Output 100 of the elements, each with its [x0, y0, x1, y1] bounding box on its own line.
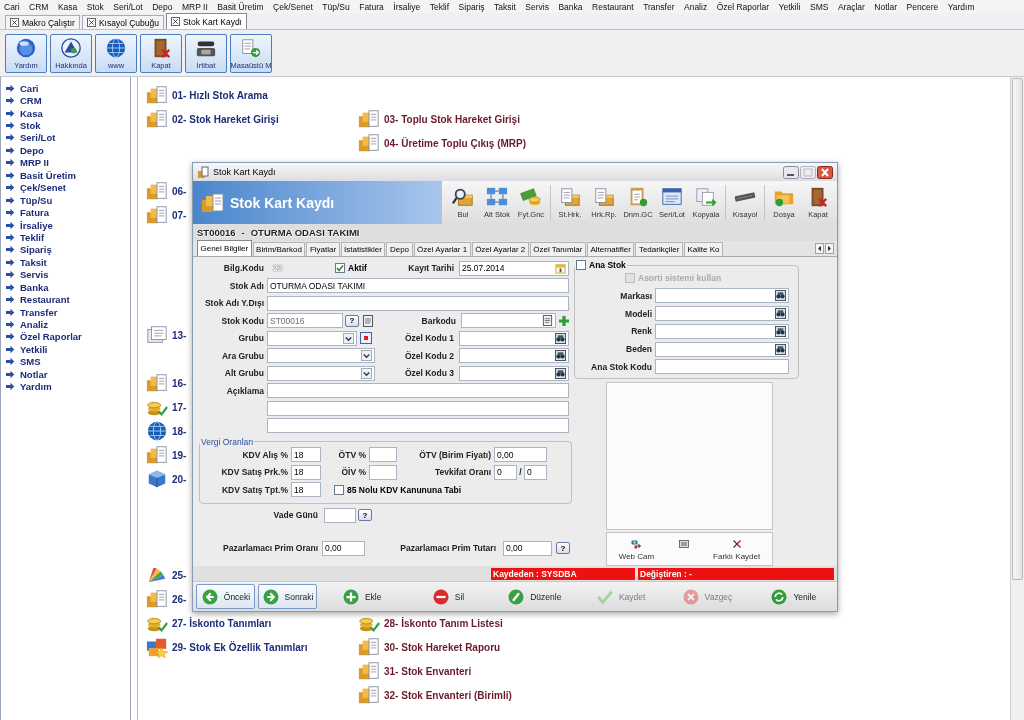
menu-item[interactable]: Araçlar: [837, 1, 865, 12]
scrollbar[interactable]: [1010, 77, 1024, 720]
boxes-icon[interactable]: [146, 204, 168, 226]
menu-item[interactable]: Yardım: [947, 1, 975, 12]
minimize-icon[interactable]: [783, 165, 799, 179]
binoculars-icon[interactable]: [775, 290, 786, 302]
boxes-icon[interactable]: [146, 372, 168, 394]
menu-item[interactable]: İrsaliye: [393, 1, 421, 12]
sidebar-link[interactable]: SMS: [20, 356, 41, 368]
sidebar-link[interactable]: Tüp/Su: [20, 194, 53, 206]
boxes-icon[interactable]: [146, 180, 168, 202]
sidebar-link[interactable]: Cari: [20, 82, 39, 94]
menu-item[interactable]: Banka: [558, 1, 583, 12]
square-icon[interactable]: [360, 332, 372, 344]
menu-item[interactable]: Yetkili: [778, 1, 801, 12]
text-field[interactable]: [324, 507, 356, 523]
action-button[interactable]: Sil: [406, 584, 490, 609]
text-field[interactable]: [267, 365, 375, 381]
shortcut-link[interactable]: 27- İskonto Tanımları: [172, 617, 272, 629]
shortcut-link[interactable]: 01- Hızlı Stok Arama: [172, 89, 268, 101]
sidebar-link[interactable]: Kasa: [20, 107, 43, 119]
menu-item[interactable]: Tüp/Su: [322, 1, 350, 12]
sidebar-link[interactable]: Banka: [20, 281, 49, 293]
binoculars-icon[interactable]: [775, 343, 786, 355]
boxes-icon[interactable]: [358, 132, 380, 154]
menu-item[interactable]: Transfer: [643, 1, 675, 12]
tab[interactable]: Özel Ayarlar 1: [413, 242, 471, 256]
menu-item[interactable]: Pencere: [906, 1, 939, 12]
sidebar-link[interactable]: Özel Raporlar: [20, 331, 82, 343]
text-field[interactable]: [267, 383, 569, 398]
sidebar-link[interactable]: Analiz: [20, 319, 48, 331]
menu-item[interactable]: Basit Üretim: [217, 1, 264, 12]
sidebar-link[interactable]: Sipariş: [20, 244, 52, 256]
menu-item[interactable]: Restaurant: [592, 1, 634, 12]
text-field[interactable]: [655, 288, 789, 304]
menu-item[interactable]: Fatura: [359, 1, 384, 12]
globe-icon[interactable]: [146, 420, 168, 442]
tab[interactable]: Depo: [386, 242, 413, 256]
tab[interactable]: Tedarikçiler: [635, 242, 683, 256]
text-field[interactable]: [267, 295, 569, 311]
shortcut-link[interactable]: 31- Stok Envanteri: [384, 665, 472, 677]
dropdown-arrow-icon[interactable]: [361, 350, 372, 361]
close-icon[interactable]: [817, 165, 833, 179]
boxes-icon[interactable]: [358, 684, 380, 706]
image-button[interactable]: Farklı Kaydet: [713, 537, 761, 561]
menu-item[interactable]: Çek/Senet: [273, 1, 313, 12]
menu-item[interactable]: SMS: [810, 1, 829, 12]
text-field[interactable]: [267, 330, 357, 346]
document-tab[interactable]: Kısayol Çubuğu: [81, 15, 164, 29]
shortcut-link[interactable]: 13-: [172, 329, 187, 341]
checkbox[interactable]: [334, 484, 344, 495]
action-button[interactable]: Yenile: [751, 584, 835, 609]
tab[interactable]: Genel Bilgiler: [197, 240, 252, 256]
tab[interactable]: Birim/Barkod: [252, 242, 306, 256]
binoculars-icon[interactable]: [775, 308, 786, 320]
binoculars-icon[interactable]: [775, 325, 786, 337]
sidebar-link[interactable]: İrsaliye: [20, 219, 53, 231]
close-icon[interactable]: [170, 17, 180, 26]
shortcut-link[interactable]: 19-: [172, 449, 187, 461]
sidebar-link[interactable]: Servis: [20, 269, 49, 281]
close-icon[interactable]: [10, 18, 19, 27]
boxes-icon[interactable]: [358, 108, 380, 130]
sidebar-link[interactable]: Notlar: [20, 368, 48, 380]
boxes-icon[interactable]: [146, 84, 168, 106]
menu-item[interactable]: Notlar: [874, 1, 898, 12]
text-field[interactable]: [459, 348, 569, 363]
tab[interactable]: Özel Tanımlar: [529, 242, 586, 256]
shortcut-link[interactable]: 02- Stok Hareket Girişi: [172, 113, 279, 125]
tab[interactable]: Fiyatlar: [306, 242, 340, 256]
sidebar-link[interactable]: Transfer: [20, 306, 58, 318]
help-button[interactable]: ?: [345, 314, 359, 327]
sidebar-link[interactable]: Seri/Lot: [20, 132, 56, 144]
text-field[interactable]: 0,00: [322, 540, 365, 556]
image-button[interactable]: Web Cam: [618, 537, 655, 561]
sidebar-link[interactable]: Depo: [20, 144, 44, 156]
sidebar-link[interactable]: Teklif: [20, 231, 45, 243]
boxes-icon[interactable]: [358, 636, 380, 658]
menu-item[interactable]: Taksit: [494, 1, 516, 12]
menu-item[interactable]: Teklif: [429, 1, 450, 12]
text-field[interactable]: [267, 400, 569, 416]
sidebar-link[interactable]: Restaurant: [20, 294, 70, 306]
text-field[interactable]: [655, 341, 789, 357]
text-field[interactable]: [267, 418, 569, 433]
menu-item[interactable]: Seri/Lot: [113, 1, 143, 12]
menu-item[interactable]: Kasa: [57, 1, 78, 12]
tab[interactable]: Kalite Ko: [683, 242, 723, 256]
text-field[interactable]: [369, 464, 397, 480]
text-field[interactable]: [461, 313, 556, 328]
text-field[interactable]: 0: [524, 464, 547, 480]
sidebar-link[interactable]: Çek/Senet: [20, 182, 66, 194]
tab[interactable]: İstatistikler: [340, 242, 386, 256]
left-arrow-icon[interactable]: [815, 243, 824, 254]
menu-item[interactable]: Sipariş: [458, 1, 485, 12]
text-field[interactable]: [459, 365, 569, 381]
shortcut-link[interactable]: 30- Stok Hareket Raporu: [384, 641, 501, 653]
shortcut-link[interactable]: 26-: [172, 593, 187, 605]
documents-icon[interactable]: [146, 324, 168, 346]
help-button[interactable]: ?: [358, 509, 372, 521]
shortcut-link[interactable]: 16-: [172, 377, 187, 389]
document-tab[interactable]: Makro Çalıştır: [5, 15, 80, 29]
